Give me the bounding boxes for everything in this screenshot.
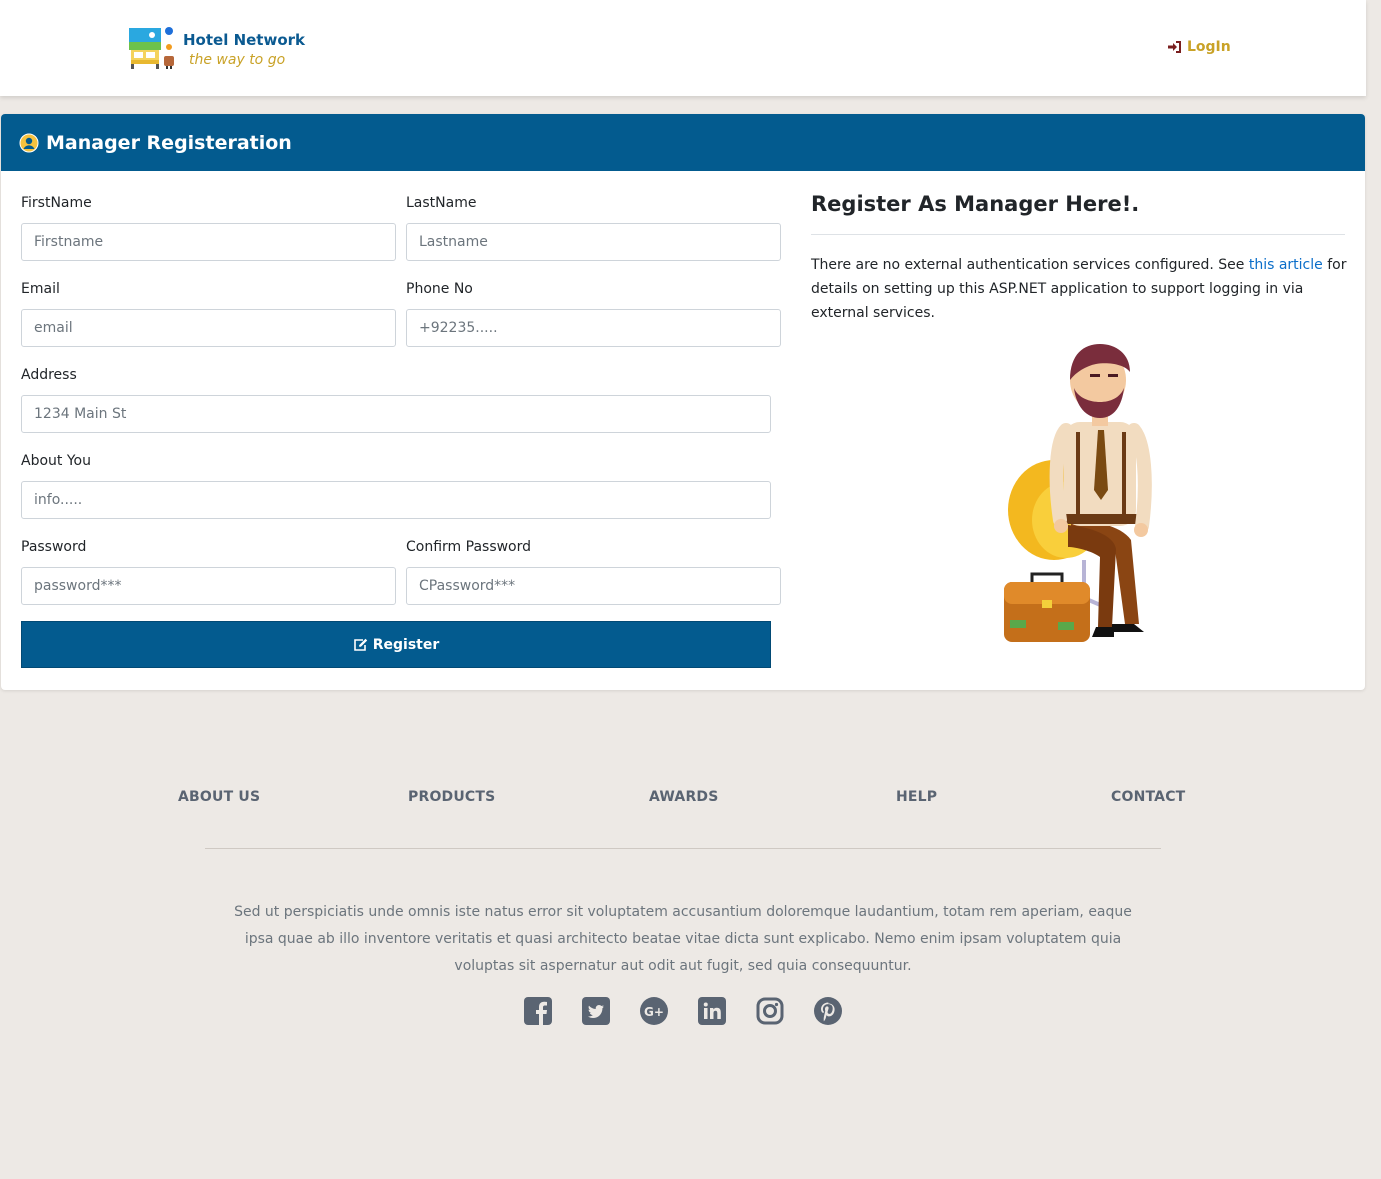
password-input[interactable]: [21, 567, 396, 605]
footer-link-products[interactable]: PRODUCTS: [408, 789, 495, 805]
login-label: LogIn: [1187, 39, 1231, 55]
manager-illustration: [906, 340, 1266, 650]
email-input[interactable]: [21, 309, 396, 347]
confirm-password-label: Confirm Password: [406, 539, 532, 555]
brand-tagline: the way to go: [189, 52, 286, 68]
password-label: Password: [21, 539, 87, 555]
about-label: About You: [21, 453, 91, 469]
twitter-icon[interactable]: [580, 995, 612, 1027]
footer-link-about-us[interactable]: ABOUT US: [178, 789, 260, 805]
email-label: Email: [21, 281, 60, 297]
confirm-password-input[interactable]: [406, 567, 781, 605]
hotel-logo-icon: [128, 26, 176, 70]
firstname-label: FirstName: [21, 195, 92, 211]
phone-label: Phone No: [406, 281, 473, 297]
svg-text:G+: G+: [644, 1005, 664, 1019]
instagram-icon[interactable]: [754, 995, 786, 1027]
user-circle-icon: [19, 133, 39, 153]
about-input[interactable]: [21, 481, 771, 519]
linkedin-icon[interactable]: [696, 995, 728, 1027]
this-article-link[interactable]: this article: [1249, 257, 1323, 273]
side-divider: [811, 234, 1345, 235]
register-button[interactable]: Register: [21, 621, 771, 668]
side-heading: Register As Manager Here!.: [811, 192, 1140, 216]
footer-link-awards[interactable]: AWARDS: [649, 789, 719, 805]
pinterest-icon[interactable]: [812, 995, 844, 1027]
footer-nav: ABOUT US PRODUCTS AWARDS HELP CONTACT: [0, 789, 1366, 811]
sign-in-icon: [1168, 41, 1182, 53]
brand-title: Hotel Network: [183, 31, 305, 49]
address-input[interactable]: [21, 395, 771, 433]
login-link[interactable]: LogIn: [1168, 39, 1231, 55]
side-info-text: There are no external authentication ser…: [811, 253, 1347, 325]
phone-input[interactable]: [406, 309, 781, 347]
footer-link-help[interactable]: HELP: [896, 789, 937, 805]
edit-icon: [353, 638, 368, 652]
footer-paragraph: Sed ut perspiciatis unde omnis iste natu…: [234, 904, 1132, 974]
side-text-before: There are no external authentication ser…: [811, 257, 1249, 273]
google-plus-icon[interactable]: G+: [638, 995, 670, 1027]
card-title: Manager Registeration: [46, 131, 292, 154]
facebook-icon[interactable]: [522, 995, 554, 1027]
social-links: G+: [522, 995, 870, 1027]
registration-card: Manager Registeration FirstName LastName…: [1, 114, 1365, 690]
footer-link-contact[interactable]: CONTACT: [1111, 789, 1185, 805]
firstname-input[interactable]: [21, 223, 396, 261]
top-navbar: Hotel Network the way to go LogIn: [0, 0, 1366, 96]
address-label: Address: [21, 367, 77, 383]
lastname-input[interactable]: [406, 223, 781, 261]
footer-divider: [205, 848, 1161, 849]
lastname-label: LastName: [406, 195, 477, 211]
card-header: Manager Registeration: [1, 114, 1365, 171]
brand[interactable]: Hotel Network the way to go: [128, 26, 305, 70]
register-label: Register: [372, 636, 440, 653]
